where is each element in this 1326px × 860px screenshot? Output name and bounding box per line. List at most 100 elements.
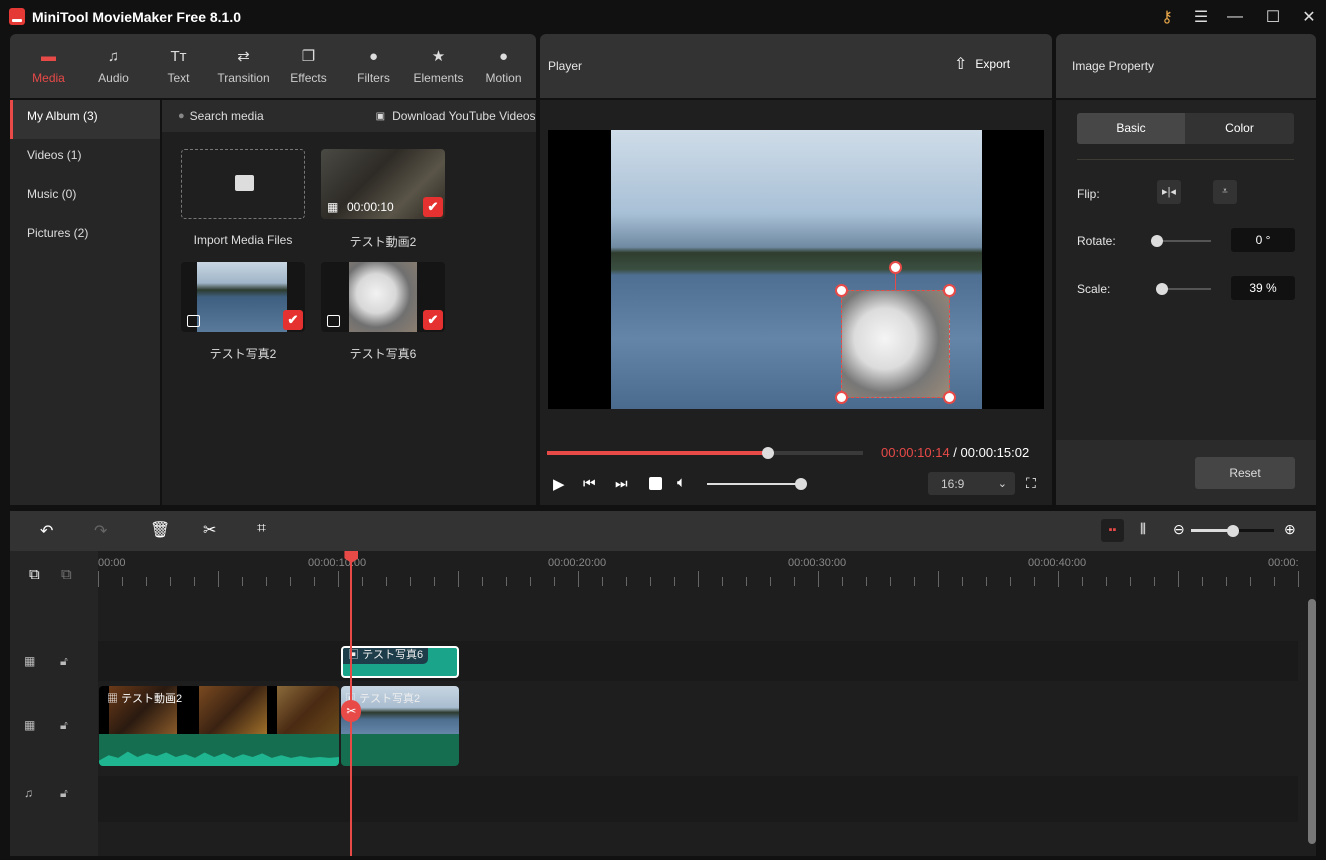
timeline-zoom-knob[interactable] (1226, 525, 1239, 537)
preview-canvas[interactable] (548, 130, 1044, 409)
add-track-button[interactable]: ⧉ (29, 566, 40, 583)
snap-toggle-button[interactable]: ▪▪ (1101, 519, 1124, 542)
stop-button[interactable] (649, 477, 662, 490)
ruler-label: 00:00:30:00 (788, 557, 847, 569)
playhead[interactable]: ✂ (341, 551, 362, 856)
timeline-clip-image[interactable]: ▣ テスト写真2 (341, 686, 459, 766)
timeline-clip-video[interactable]: ▦ テスト動画2 (99, 686, 339, 766)
export-button[interactable]: ⇧ Export (954, 54, 1010, 74)
timeline-toolbar: ↶ ↷ 🗑︎ ✂ ⌗ ▪▪ ⫼ ⊖ ⊕ (10, 511, 1316, 551)
media-item-image[interactable]: ✔ (181, 262, 305, 332)
clip-label: ▦ テスト動画2 (107, 690, 182, 706)
zoom-in-button[interactable]: ⊕ (1284, 521, 1296, 538)
zoom-out-button[interactable]: ⊖ (1173, 521, 1185, 538)
volume-slider-track[interactable] (707, 483, 801, 485)
resize-handle-br[interactable] (943, 391, 956, 404)
close-button[interactable]: ✕ (1292, 4, 1326, 30)
media-item-video[interactable]: ▦ 00:00:10 ✔ (321, 149, 445, 219)
checkmark-icon[interactable]: ✔ (423, 310, 443, 330)
key-icon[interactable]: ⚷ (1150, 4, 1184, 30)
volume-slider-knob[interactable] (795, 478, 807, 490)
ruler-minor-tick (914, 577, 915, 586)
scale-value-input[interactable]: 39 % (1231, 276, 1295, 300)
youtube-download-icon: ▣ (375, 110, 386, 122)
ruler-minor-tick (314, 577, 315, 586)
ruler-minor-tick (410, 577, 411, 586)
tab-filters[interactable]: ● Filters (341, 34, 406, 98)
rotate-slider-knob[interactable] (1151, 235, 1163, 247)
track-lock-icon[interactable]: 🔓︎ (60, 718, 68, 733)
import-media-label: Import Media Files (193, 233, 293, 247)
fit-timeline-button[interactable]: ⫼ (1140, 521, 1146, 537)
lake-thumbnail (197, 262, 287, 332)
sidebar-item-videos[interactable]: Videos (1) (10, 139, 160, 178)
crop-button[interactable]: ⌗ (257, 520, 266, 538)
cat-overlay-image[interactable] (841, 290, 950, 398)
checkmark-icon[interactable]: ✔ (283, 310, 303, 330)
fullscreen-button[interactable]: ⛶ (1026, 475, 1036, 492)
reset-button[interactable]: Reset (1195, 457, 1295, 489)
tab-motion[interactable]: ● Motion (471, 34, 536, 98)
volume-slider-fill (707, 483, 801, 485)
scale-slider-knob[interactable] (1156, 283, 1169, 295)
media-item-name: テスト写真6 (349, 347, 417, 361)
download-youtube-button[interactable]: Download YouTube Videos (392, 109, 535, 123)
resize-handle-tr[interactable] (943, 284, 956, 297)
track-headers: ⧉ ⧉ ▦ 🔓︎ ▦ 🔓︎ ♫ 🔓︎ (10, 551, 98, 856)
flip-horizontal-button[interactable]: ▸|◂ (1157, 180, 1181, 204)
timeline-ruler[interactable]: 00:00 00:00:10:00 00:00:20:00 00:00:30:0… (98, 551, 1299, 601)
tab-elements[interactable]: ★ Elements (406, 34, 471, 98)
title-bar: MiniTool MovieMaker Free 8.1.0 ⚷ ☰ — ☐ ✕ (0, 0, 1326, 34)
tab-transition[interactable]: ⇄ Transition (211, 34, 276, 98)
playback-progress-knob[interactable] (762, 447, 775, 459)
audio-track (98, 776, 1298, 822)
sidebar-item-music[interactable]: Music (0) (10, 178, 160, 217)
media-folder-icon: ▬ (41, 48, 56, 65)
clip-name: テスト写真2 (359, 693, 421, 705)
rotate-value-input[interactable]: 0 ° (1231, 228, 1295, 252)
playback-progress-track[interactable] (547, 451, 863, 455)
tab-media[interactable]: ▬ Media (16, 34, 81, 98)
delete-button[interactable]: 🗑︎ (150, 520, 170, 540)
timeline-clip-overlay[interactable]: ▣ テスト写真6 (341, 646, 459, 678)
effects-icon: ❐ (301, 48, 316, 65)
tab-color[interactable]: Color (1185, 113, 1294, 144)
aspect-ratio-value: 16:9 (941, 476, 965, 491)
tab-effects[interactable]: ❐ Effects (276, 34, 341, 98)
split-button[interactable]: ✂ (203, 520, 216, 540)
rotate-slider-track[interactable] (1157, 240, 1211, 242)
menu-button[interactable]: ☰ (1184, 4, 1218, 30)
tab-audio[interactable]: ♫ Audio (81, 34, 146, 98)
import-media-button[interactable] (181, 149, 305, 219)
flip-vertical-button[interactable]: ⩡ (1213, 180, 1237, 204)
search-media-input[interactable]: Search media (190, 109, 340, 123)
remove-track-button[interactable]: ⧉ (61, 566, 72, 583)
media-item-image[interactable]: ✔ (321, 262, 445, 332)
rotate-handle[interactable] (889, 261, 902, 274)
audio-waveform (99, 734, 339, 766)
play-button[interactable]: ▶ (553, 475, 565, 493)
tab-basic[interactable]: Basic (1077, 113, 1185, 144)
timeline-vertical-scrollbar[interactable] (1308, 599, 1316, 844)
track-lock-icon[interactable]: 🔓︎ (60, 786, 68, 801)
playback-progress-fill (547, 451, 769, 455)
flip-label: Flip: (1077, 187, 1100, 201)
minimize-button[interactable]: — (1218, 4, 1252, 30)
resize-handle-tl[interactable] (835, 284, 848, 297)
sidebar-item-my-album[interactable]: My Album (3) (10, 100, 160, 139)
ruler-minor-tick (722, 577, 723, 586)
redo-button[interactable]: ↷ (94, 521, 107, 541)
track-lock-icon[interactable]: 🔓︎ (60, 654, 68, 669)
resize-handle-bl[interactable] (835, 391, 848, 404)
sidebar-item-pictures[interactable]: Pictures (2) (10, 217, 160, 256)
volume-icon[interactable]: 🔈︎ (677, 474, 686, 491)
ruler-label: 00:00 (98, 557, 126, 569)
checkmark-icon[interactable]: ✔ (423, 197, 443, 217)
scale-label: Scale: (1077, 282, 1111, 296)
next-frame-button[interactable]: ⏭ (615, 475, 628, 492)
tab-text[interactable]: Tт Text (146, 34, 211, 98)
maximize-button[interactable]: ☐ (1256, 4, 1290, 30)
undo-button[interactable]: ↶ (40, 521, 53, 541)
previous-frame-button[interactable]: ⏮ (583, 475, 596, 492)
aspect-ratio-dropdown[interactable]: 16:9 ⌄ (928, 472, 1015, 495)
